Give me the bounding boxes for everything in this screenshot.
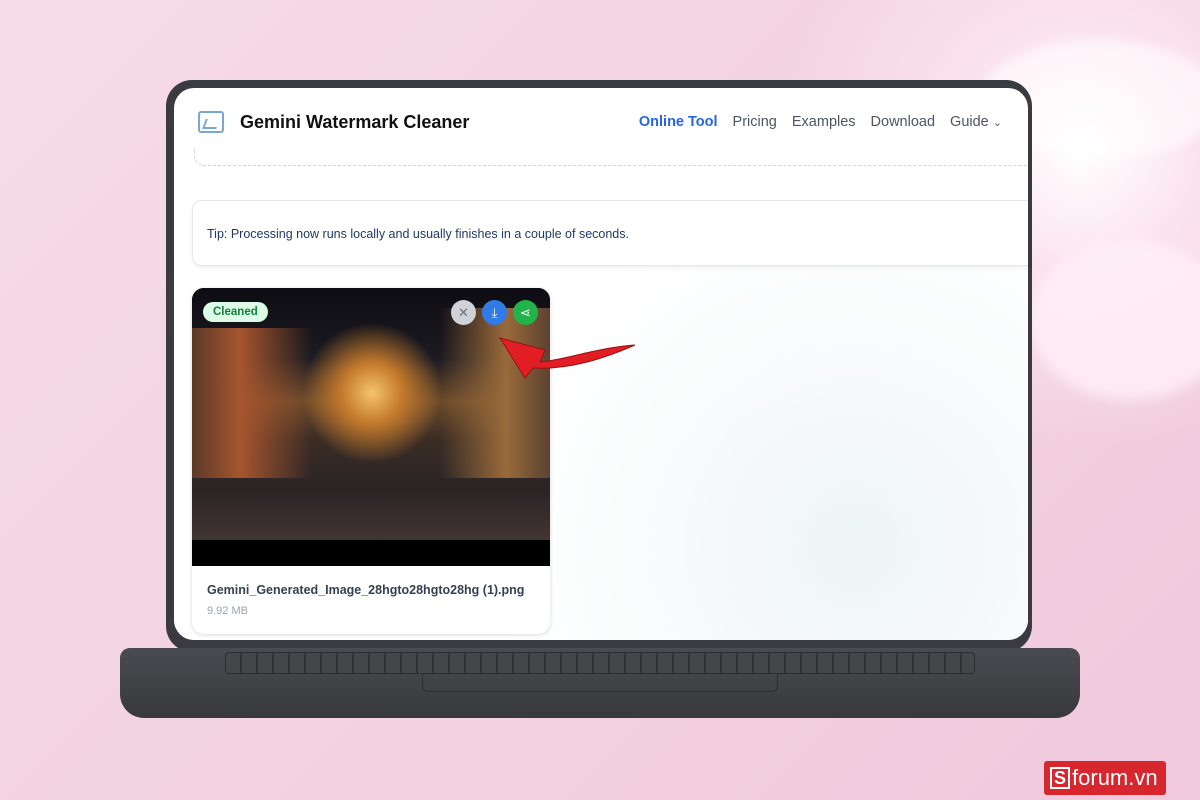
logo-icon[interactable] (198, 111, 224, 133)
brand-name[interactable]: Gemini Watermark Cleaner (240, 112, 469, 133)
chevron-down-icon: ⌄ (992, 117, 1002, 129)
share-icon: ⋖ (520, 304, 531, 320)
nav-download[interactable]: Download (871, 114, 936, 130)
sforum-watermark: Sforum.vn (1044, 761, 1166, 795)
file-size: 9.92 MB (207, 605, 248, 617)
annotation-arrow-icon (498, 337, 636, 379)
close-icon: ✕ (458, 304, 469, 320)
share-button[interactable]: ⋖ (513, 300, 538, 325)
download-button[interactable]: ⤓ (482, 300, 507, 325)
file-name: Gemini_Generated_Image_28hgto28hgto28hg … (207, 583, 525, 597)
laptop-keyboard (225, 652, 975, 674)
nav-guide[interactable]: Guide ⌄ (950, 114, 1002, 130)
nav-examples[interactable]: Examples (792, 114, 856, 130)
laptop-trackpad (422, 674, 778, 692)
image-preview (192, 288, 550, 540)
remove-button[interactable]: ✕ (451, 300, 476, 325)
nav-guide-label: Guide (950, 114, 989, 130)
tip-banner: Tip: Processing now runs locally and usu… (192, 200, 1028, 266)
nav-online-tool[interactable]: Online Tool (639, 114, 718, 130)
download-icon: ⤓ (491, 304, 498, 320)
status-badge: Cleaned (203, 302, 268, 322)
nav-pricing[interactable]: Pricing (733, 114, 777, 130)
site-header: Gemini Watermark Cleaner Online Tool Pri… (174, 88, 1028, 156)
main-nav: Online Tool Pricing Examples Download Gu… (639, 114, 1002, 130)
sforum-text: forum.vn (1072, 765, 1158, 790)
background-cloud (1030, 240, 1200, 400)
sforum-logo-s: S (1050, 767, 1071, 789)
